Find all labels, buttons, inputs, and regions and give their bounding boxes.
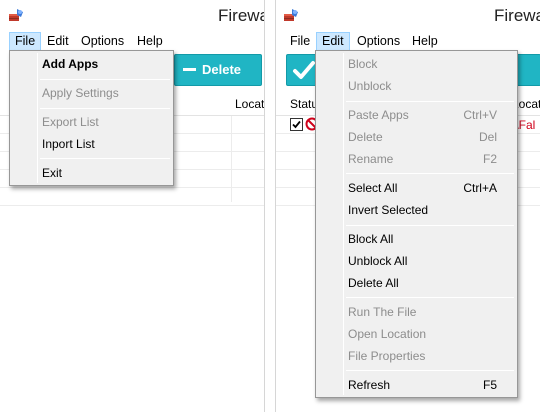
column-status[interactable]: Statu (290, 97, 318, 111)
menu-item-run-the-file[interactable]: Run The File (318, 301, 515, 323)
menu-item-label: Rename (348, 152, 394, 166)
menu-item-delete-all[interactable]: Delete All (318, 272, 515, 294)
menu-item-block[interactable]: Block (318, 53, 515, 75)
menu-separator (40, 79, 170, 80)
menu-edit[interactable]: Edit (316, 32, 350, 51)
menu-item-select-all[interactable]: Select All Ctrl+A (318, 177, 515, 199)
menu-item-inport-list[interactable]: Inport List (12, 133, 171, 155)
menu-bar: File Edit Options Help (275, 30, 540, 52)
menu-item-refresh[interactable]: Refresh F5 (318, 374, 515, 396)
title-bar: Firewa (275, 0, 540, 30)
menu-separator (346, 101, 514, 102)
menu-item-file-properties[interactable]: File Properties (318, 345, 515, 367)
menu-item-unblock-all[interactable]: Unblock All (318, 250, 515, 272)
window-title: Firewa (218, 6, 265, 25)
delete-button-label: Delete (202, 62, 242, 77)
menu-item-apply-settings[interactable]: Apply Settings (12, 82, 171, 104)
menu-item-rename[interactable]: Rename F2 (318, 148, 515, 170)
minus-icon (183, 68, 196, 72)
right-window: Firewa File Edit Options Help Statu Loca… (275, 0, 540, 412)
menu-item-exit[interactable]: Exit (12, 162, 171, 184)
firewall-app-icon (9, 9, 23, 21)
menu-item-shortcut: F2 (482, 152, 497, 166)
menu-item-paste-apps[interactable]: Paste Apps Ctrl+V (318, 104, 515, 126)
title-bar: Firewa (0, 0, 265, 30)
menu-separator (346, 370, 514, 371)
edit-menu-dropdown: Block Unblock Paste Apps Ctrl+V Delete D… (315, 50, 518, 398)
menu-item-label: Paste Apps (348, 108, 409, 122)
menu-separator (40, 108, 170, 109)
menu-options[interactable]: Options (351, 32, 406, 51)
left-window: Firewa File Edit Options Help Delete Loc… (0, 0, 265, 412)
list-row[interactable] (0, 188, 265, 206)
menu-help[interactable]: Help (406, 32, 444, 51)
menu-item-shortcut: F5 (482, 378, 497, 392)
menu-help[interactable]: Help (131, 32, 169, 51)
menu-item-add-apps[interactable]: Add Apps (12, 53, 171, 75)
menu-item-delete[interactable]: Delete Del (318, 126, 515, 148)
menu-options[interactable]: Options (75, 32, 130, 51)
column-location[interactable]: Locati (235, 97, 265, 111)
menu-edit[interactable]: Edit (41, 32, 75, 51)
menu-separator (346, 225, 514, 226)
firewall-app-icon (284, 9, 298, 21)
menu-separator (40, 158, 170, 159)
menu-separator (346, 173, 514, 174)
menu-file[interactable]: File (9, 32, 42, 51)
checkbox-checked-icon[interactable] (290, 118, 303, 131)
menu-item-shortcut: Del (478, 130, 497, 144)
menu-item-shortcut: Ctrl+A (463, 181, 497, 195)
menu-file[interactable]: File (284, 32, 316, 51)
menu-item-shortcut: Ctrl+V (463, 108, 497, 122)
delete-button[interactable]: Delete (174, 54, 262, 86)
window-edge (264, 0, 265, 412)
menu-item-label: Select All (348, 181, 398, 195)
menu-item-label: Delete (348, 130, 383, 144)
window-title: Firewa (494, 6, 540, 25)
menu-item-invert-selected[interactable]: Invert Selected (318, 199, 515, 221)
menu-separator (346, 297, 514, 298)
file-menu-dropdown: Add Apps Apply Settings Export List Inpo… (9, 50, 174, 186)
menu-item-export-list[interactable]: Export List (12, 111, 171, 133)
menu-item-open-location[interactable]: Open Location (318, 323, 515, 345)
menu-item-label: Refresh (348, 378, 391, 392)
menu-bar: File Edit Options Help (0, 30, 265, 52)
menu-item-unblock[interactable]: Unblock (318, 75, 515, 97)
window-edge (275, 0, 276, 412)
menu-item-block-all[interactable]: Block All (318, 228, 515, 250)
